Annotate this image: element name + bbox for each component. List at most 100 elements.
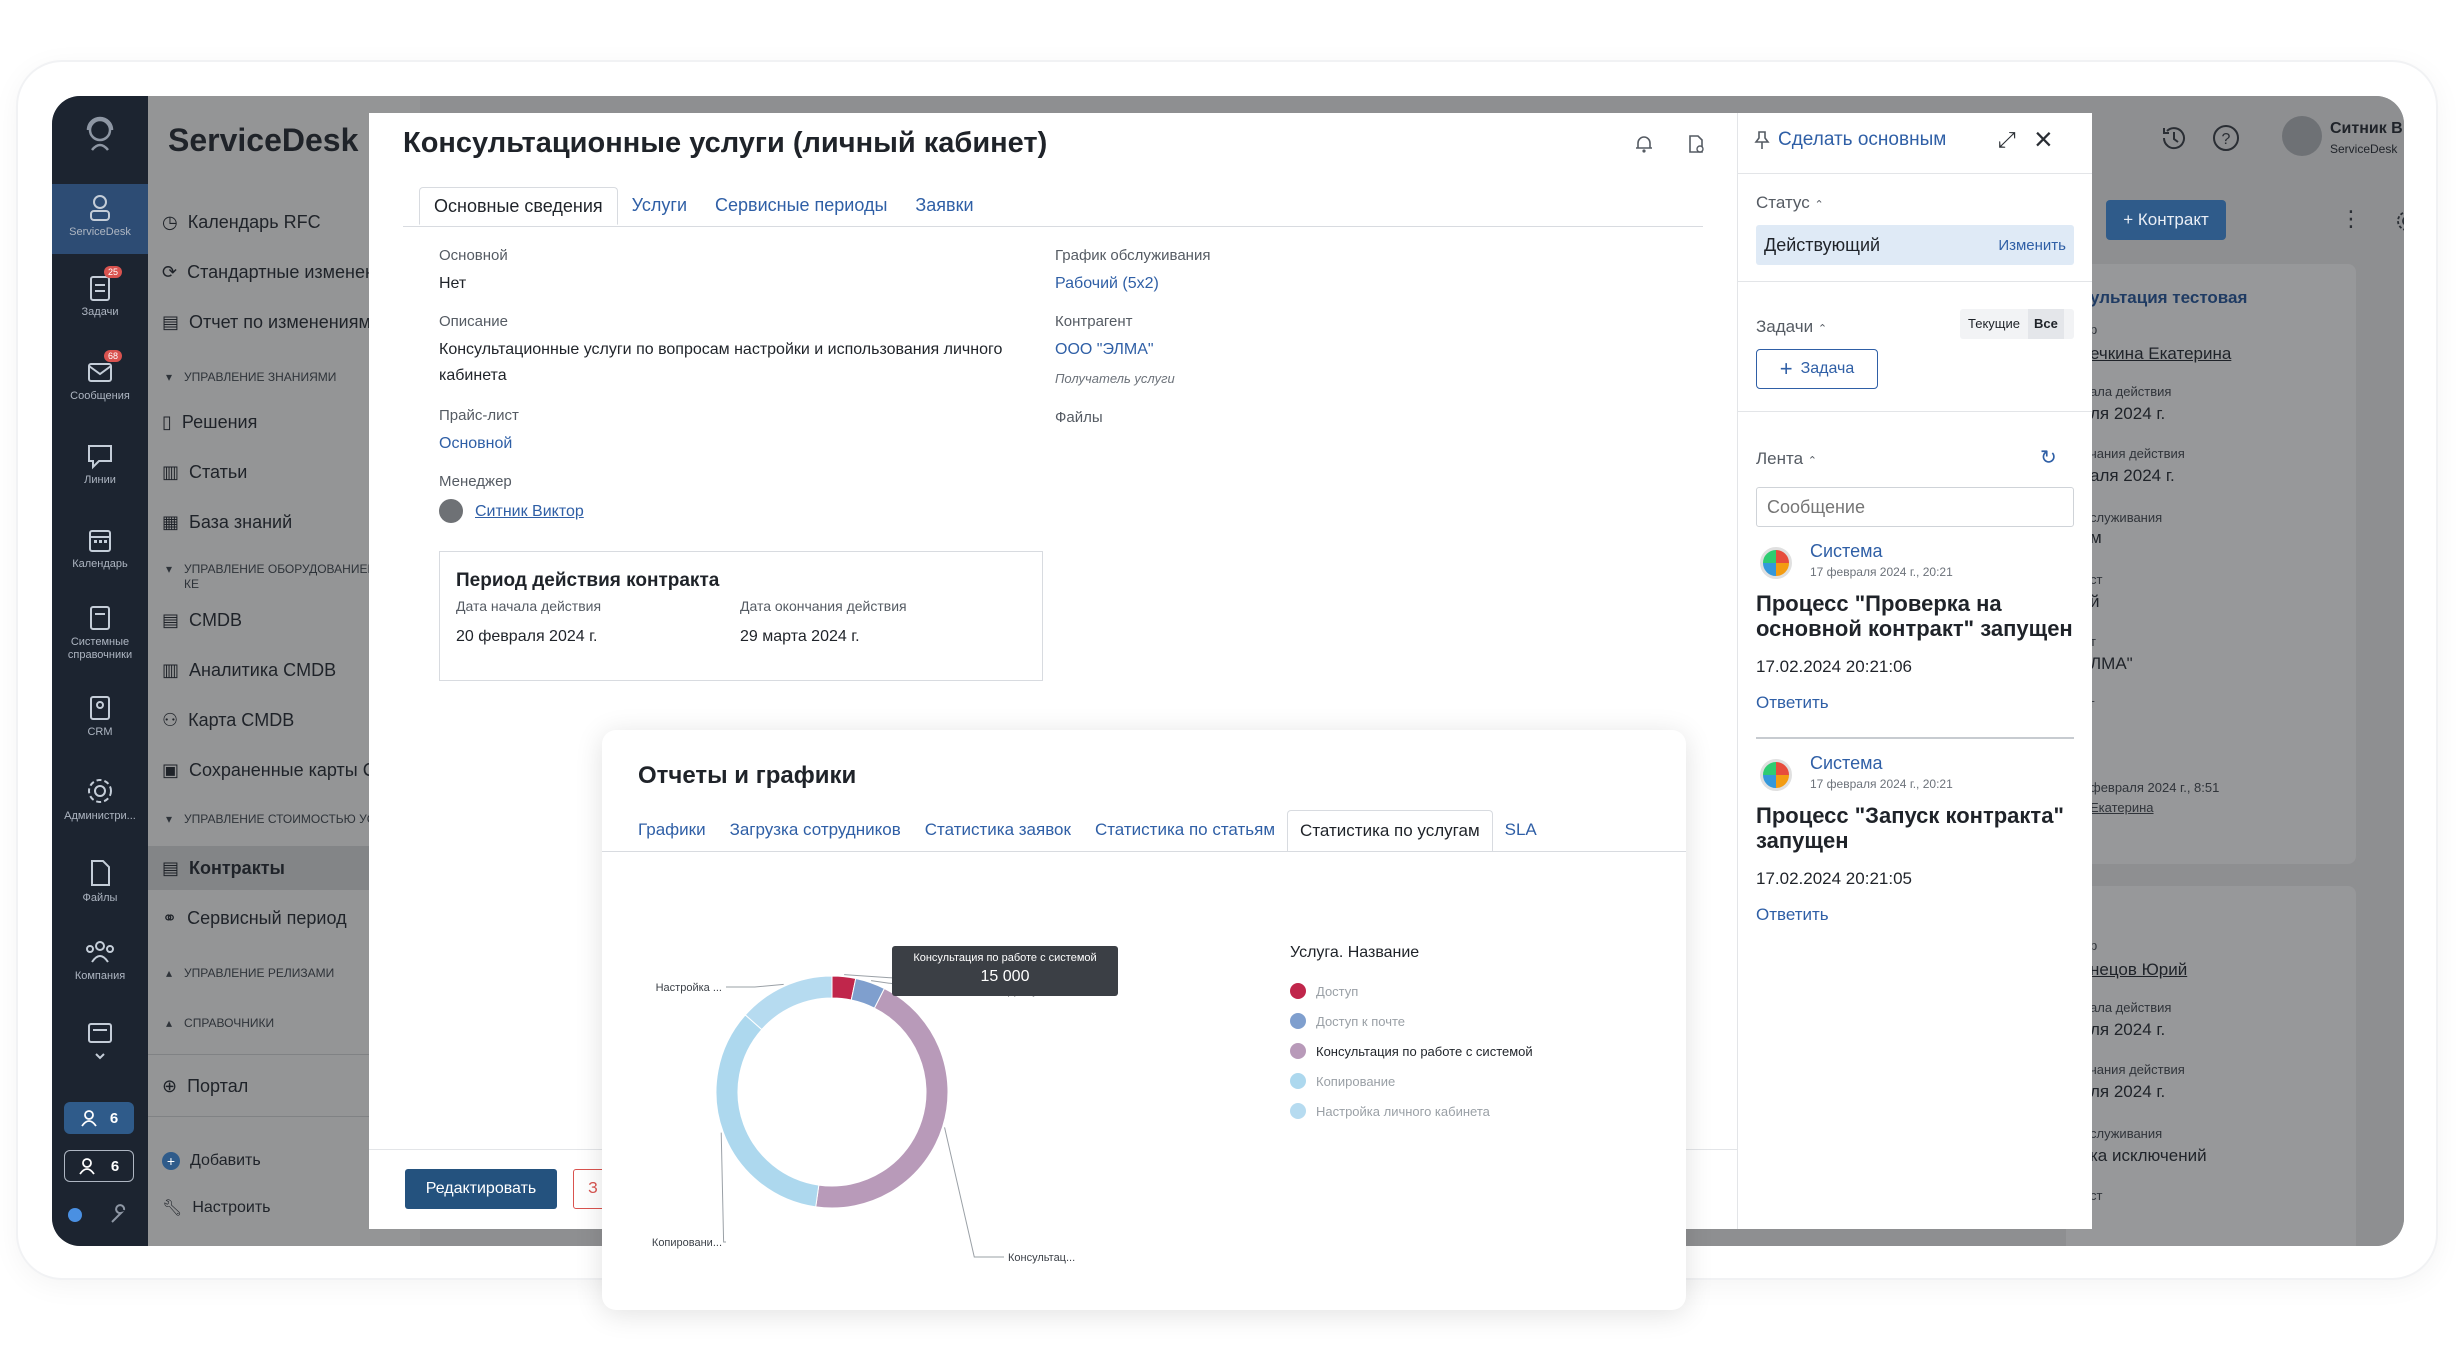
- legend-item[interactable]: Доступ к почте: [1290, 1006, 1533, 1036]
- sidebar-item-solutions[interactable]: ▯ Решения: [162, 412, 257, 433]
- card-text: ля 2024 г.: [2090, 404, 2166, 423]
- sidebar-item-knowledge-base[interactable]: ▦ База знаний: [162, 512, 292, 533]
- tasks-filter-all[interactable]: Все: [2027, 309, 2064, 339]
- field-schedule-link[interactable]: Рабочий (5x2): [1055, 275, 1159, 293]
- document-settings-icon[interactable]: [1685, 133, 1707, 155]
- donut-chart: ДоступДоступ к п...Консультац...Копирова…: [652, 974, 1075, 1264]
- card-text: служивания: [2090, 510, 2163, 525]
- field-pricelist-link[interactable]: Основной: [439, 435, 512, 453]
- legend-item[interactable]: Доступ: [1290, 976, 1533, 1006]
- sidebar-add-button[interactable]: + Добавить: [162, 1152, 261, 1170]
- wrench-small-icon[interactable]: [108, 1204, 130, 1226]
- reply-link[interactable]: Ответить: [1756, 905, 1829, 925]
- bookmark-icon: ▯: [162, 412, 172, 432]
- sidebar-item-standard-changes[interactable]: ⟳ Стандартные изменения: [162, 262, 395, 283]
- sidebar-item-portal[interactable]: ⊕ Портал: [162, 1076, 248, 1097]
- sidebar-item-service-period[interactable]: ⚭ Сервисный период: [162, 908, 347, 929]
- sidebar-item-cmdb-analytics[interactable]: ▥ Аналитика CMDB: [162, 660, 336, 681]
- field-manager-link[interactable]: Ситник Виктор: [475, 503, 584, 521]
- expand-icon[interactable]: ⤢: [1998, 127, 2016, 153]
- sidebar-item-change-report[interactable]: ▤ Отчет по изменениям: [162, 312, 371, 333]
- donut-slice[interactable]: [744, 975, 833, 1031]
- rail-item-tasks[interactable]: 25 Задачи: [52, 266, 148, 318]
- status-dot-icon[interactable]: [68, 1208, 82, 1222]
- donut-slice[interactable]: [815, 987, 949, 1209]
- make-main-link[interactable]: Сделать основным: [1778, 129, 1946, 151]
- tab-requests[interactable]: Заявки: [901, 187, 987, 225]
- status-change-link[interactable]: Изменить: [1998, 237, 2066, 254]
- tasks-label-text: Задачи: [1756, 317, 1814, 336]
- map-icon: ⚇: [162, 710, 179, 730]
- add-task-button[interactable]: + Задача: [1756, 349, 1878, 389]
- rail-item-servicedesk[interactable]: ServiceDesk: [52, 184, 148, 254]
- rail-item-files[interactable]: Файлы: [52, 858, 148, 904]
- rail-item-admin[interactable]: Администри...: [52, 776, 148, 822]
- agent-logo-icon[interactable]: [52, 114, 148, 168]
- rail-item-more[interactable]: [52, 1020, 148, 1064]
- edit-button[interactable]: Редактировать: [405, 1169, 557, 1209]
- tasks-filter-current[interactable]: Текущие: [1960, 309, 2028, 339]
- post-title: Процесс "Запуск контракта" запущен: [1756, 803, 2064, 853]
- rail-item-directories[interactable]: Системные справочники: [52, 604, 148, 662]
- field-counterparty-label: Контрагент: [1055, 313, 1133, 330]
- field-counterparty-link[interactable]: ООО "ЭЛМА": [1055, 341, 1154, 359]
- tab-main-info[interactable]: Основные сведения: [419, 187, 618, 225]
- pin-icon[interactable]: [1752, 129, 1772, 151]
- avatar[interactable]: [2282, 116, 2322, 156]
- tab-service-stats[interactable]: Статистика по услугам: [1287, 810, 1493, 852]
- reply-link[interactable]: Ответить: [1756, 693, 1829, 713]
- sidebar-title: ServiceDesk: [168, 122, 359, 158]
- tab-staff-load[interactable]: Загрузка сотрудников: [718, 810, 913, 852]
- caret-down-icon: ▾: [166, 562, 173, 576]
- bell-icon[interactable]: [1633, 133, 1655, 155]
- tab-service-periods[interactable]: Сервисные периоды: [701, 187, 901, 225]
- tasks-label[interactable]: Задачи ⌃: [1756, 317, 1827, 337]
- sidebar-configure-button[interactable]: 🔧︎ Настроить: [162, 1198, 271, 1218]
- sidebar-item-label: Карта CMDB: [188, 710, 295, 730]
- more-menu-icon[interactable]: ⋮: [2340, 206, 2362, 232]
- sidebar-item-cmdb[interactable]: ▤ CMDB: [162, 610, 242, 631]
- chevron-down-icon[interactable]: [94, 1052, 106, 1060]
- rail-item-messages[interactable]: 68 Сообщения: [52, 350, 148, 402]
- post-author[interactable]: Система: [1810, 541, 1883, 562]
- tab-article-stats[interactable]: Статистика по статьям: [1083, 810, 1287, 852]
- close-icon[interactable]: ×: [2034, 121, 2053, 158]
- donut-slice[interactable]: [715, 1014, 820, 1208]
- rail-item-crm[interactable]: CRM: [52, 694, 148, 738]
- rail-item-calendar[interactable]: Календарь: [52, 526, 148, 570]
- gear-icon[interactable]: [2394, 208, 2404, 234]
- feed-label[interactable]: Лента ⌃: [1756, 449, 1817, 469]
- help-icon[interactable]: ?: [2210, 122, 2242, 154]
- tab-request-stats[interactable]: Статистика заявок: [913, 810, 1083, 852]
- agents-online-counter[interactable]: 6: [64, 1102, 134, 1134]
- add-contract-button[interactable]: + Контракт: [2106, 200, 2226, 240]
- status-label[interactable]: Статус ⌃: [1756, 193, 1824, 213]
- legend-item[interactable]: Копирование: [1290, 1066, 1533, 1096]
- section-label: УПРАВЛЕНИЕ РЕЛИЗАМИ: [184, 966, 335, 980]
- legend-item[interactable]: Консультация по работе с системой: [1290, 1036, 1533, 1066]
- card-link[interactable]: Екатерина: [2090, 800, 2154, 815]
- sidebar-item-rfc-calendar[interactable]: ◷ Календарь RFC: [162, 212, 321, 233]
- legend-item[interactable]: Настройка личного кабинета: [1290, 1096, 1533, 1126]
- card-link[interactable]: ечкина Екатерина: [2090, 344, 2231, 364]
- sidebar-item-contracts[interactable]: ▤ Контракты: [162, 858, 285, 879]
- period-start-value: 20 февраля 2024 г.: [456, 628, 598, 645]
- sidebar-item-cmdb-map[interactable]: ⚇ Карта CMDB: [162, 710, 294, 731]
- post-author[interactable]: Система: [1810, 753, 1883, 774]
- rail-item-company[interactable]: Компания: [52, 938, 148, 982]
- message-input[interactable]: [1756, 487, 2074, 527]
- sidebar-item-articles[interactable]: ▥ Статьи: [162, 462, 247, 483]
- caret-up-icon: ⌃: [1817, 323, 1828, 335]
- tab-sla[interactable]: SLA: [1493, 810, 1549, 852]
- sidebar-item-label: Статьи: [189, 462, 248, 482]
- rail-label: Компания: [74, 970, 126, 982]
- card-text: ля 2024 г.: [2090, 1020, 2166, 1039]
- history-icon[interactable]: [2158, 122, 2190, 154]
- agents-away-counter[interactable]: 6: [64, 1150, 134, 1182]
- refresh-feed-icon[interactable]: ↻: [2040, 445, 2057, 470]
- tab-services[interactable]: Услуги: [618, 187, 701, 225]
- card-link[interactable]: нецов Юрий: [2090, 960, 2187, 980]
- user-name[interactable]: Ситник В: [2330, 120, 2403, 138]
- tab-charts[interactable]: Графики: [626, 810, 718, 852]
- rail-item-lines[interactable]: Линии: [52, 442, 148, 486]
